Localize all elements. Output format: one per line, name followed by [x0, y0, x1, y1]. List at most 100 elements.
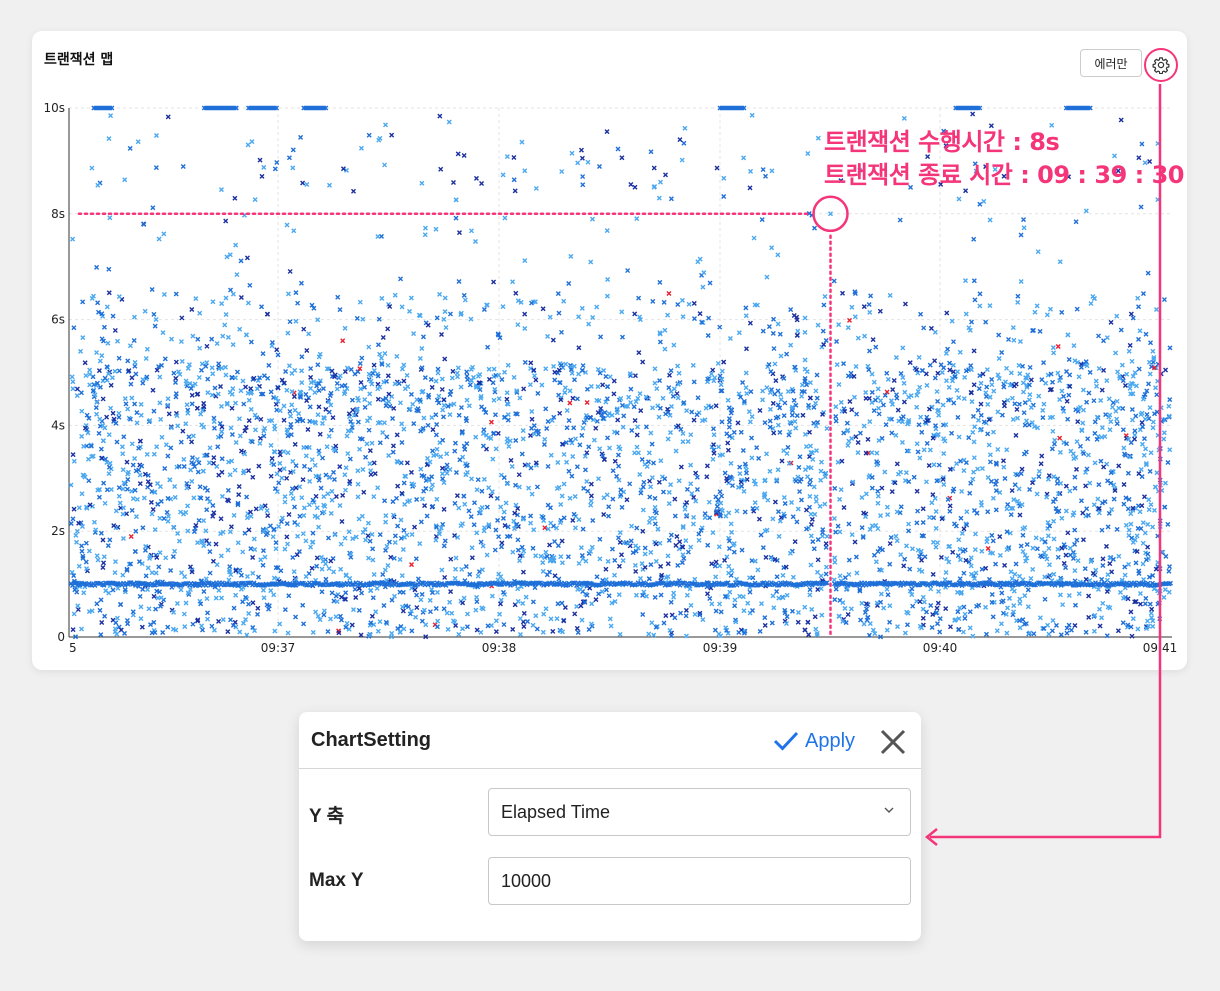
data-point: [130, 462, 136, 468]
data-point: [1004, 447, 1010, 453]
data-point: [580, 174, 586, 180]
data-point: [321, 608, 327, 614]
data-point: [995, 409, 1001, 415]
data-point: [255, 605, 261, 611]
data-point: [784, 351, 790, 357]
data-point: [951, 400, 957, 406]
data-point: [391, 405, 397, 411]
data-point: [499, 377, 505, 382]
data-point: [98, 446, 104, 452]
data-point: [219, 301, 225, 307]
data-point: [837, 573, 843, 579]
data-point: [955, 369, 961, 375]
data-point: [1063, 565, 1069, 571]
data-point: [1085, 452, 1091, 458]
data-point: [878, 513, 884, 519]
data-point: [70, 386, 76, 392]
data-point: [75, 603, 81, 609]
data-point: [427, 597, 433, 603]
data-point: [1080, 420, 1086, 426]
data-point: [1053, 622, 1059, 628]
data-point: [928, 602, 934, 608]
data-point: [110, 410, 116, 416]
data-point: [156, 236, 162, 242]
data-point: [795, 610, 801, 616]
data-point: [559, 600, 565, 606]
data-point: [1065, 332, 1071, 338]
data-point: [708, 371, 714, 377]
data-point: [1122, 383, 1128, 389]
data-point: [562, 604, 568, 610]
data-point: [284, 521, 290, 527]
data-point: [76, 505, 82, 511]
data-point: [538, 553, 544, 559]
data-point: [1015, 415, 1021, 421]
data-point: [269, 455, 275, 461]
data-point: [132, 487, 138, 493]
data-point: [369, 613, 375, 619]
data-point: [1078, 498, 1084, 504]
data-point: [862, 610, 868, 616]
data-point: [243, 332, 249, 338]
data-point: [190, 621, 196, 627]
data-point: [370, 546, 376, 552]
data-point: [122, 177, 128, 183]
data-point: [634, 525, 640, 531]
data-point: [594, 304, 600, 310]
data-point: [1145, 544, 1151, 550]
data-point: [79, 408, 85, 414]
data-point: [841, 361, 847, 367]
data-point: [424, 455, 430, 461]
data-point: [284, 387, 290, 393]
data-point: [456, 505, 462, 511]
data-point: [138, 412, 144, 418]
data-point: [878, 398, 884, 404]
data-point: [1039, 453, 1045, 459]
data-point: [767, 418, 773, 424]
data-point: [101, 480, 107, 486]
data-point: [139, 624, 145, 630]
data-point: [1128, 511, 1134, 517]
data-point: [93, 405, 99, 411]
data-point: [601, 512, 607, 518]
data-point: [927, 447, 933, 453]
data-point: [258, 416, 264, 422]
data-point: [424, 513, 430, 519]
data-point: [219, 493, 225, 499]
data-point: [394, 495, 400, 501]
data-point: [219, 595, 225, 601]
data-point: [489, 593, 495, 599]
data-point: [1135, 626, 1141, 632]
data-point: [574, 396, 580, 402]
data-point: [353, 594, 359, 600]
data-point: [657, 339, 663, 345]
data-point: [589, 544, 595, 550]
data-point: [515, 322, 521, 328]
data-point: [724, 554, 730, 560]
data-point: [606, 513, 612, 519]
data-point: [584, 400, 590, 406]
data-point: [517, 616, 523, 622]
data-point: [1147, 405, 1153, 411]
data-point: [449, 375, 455, 381]
data-point: [1148, 610, 1154, 616]
data-point: [874, 450, 880, 456]
data-point: [182, 624, 188, 630]
data-point: [572, 377, 578, 383]
data-point: [993, 561, 999, 567]
data-point: [337, 502, 343, 508]
data-point: [433, 432, 439, 438]
data-point: [996, 332, 1002, 338]
data-point: [301, 505, 307, 511]
data-point: [879, 485, 885, 491]
data-point: [306, 502, 312, 508]
data-point: [897, 217, 903, 223]
data-point: [68, 482, 74, 488]
data-point: [532, 373, 538, 379]
data-point: [743, 470, 749, 476]
data-point: [971, 455, 977, 461]
data-point: [838, 399, 844, 405]
data-point: [597, 370, 603, 376]
data-point: [971, 348, 977, 354]
data-point: [1037, 615, 1043, 621]
